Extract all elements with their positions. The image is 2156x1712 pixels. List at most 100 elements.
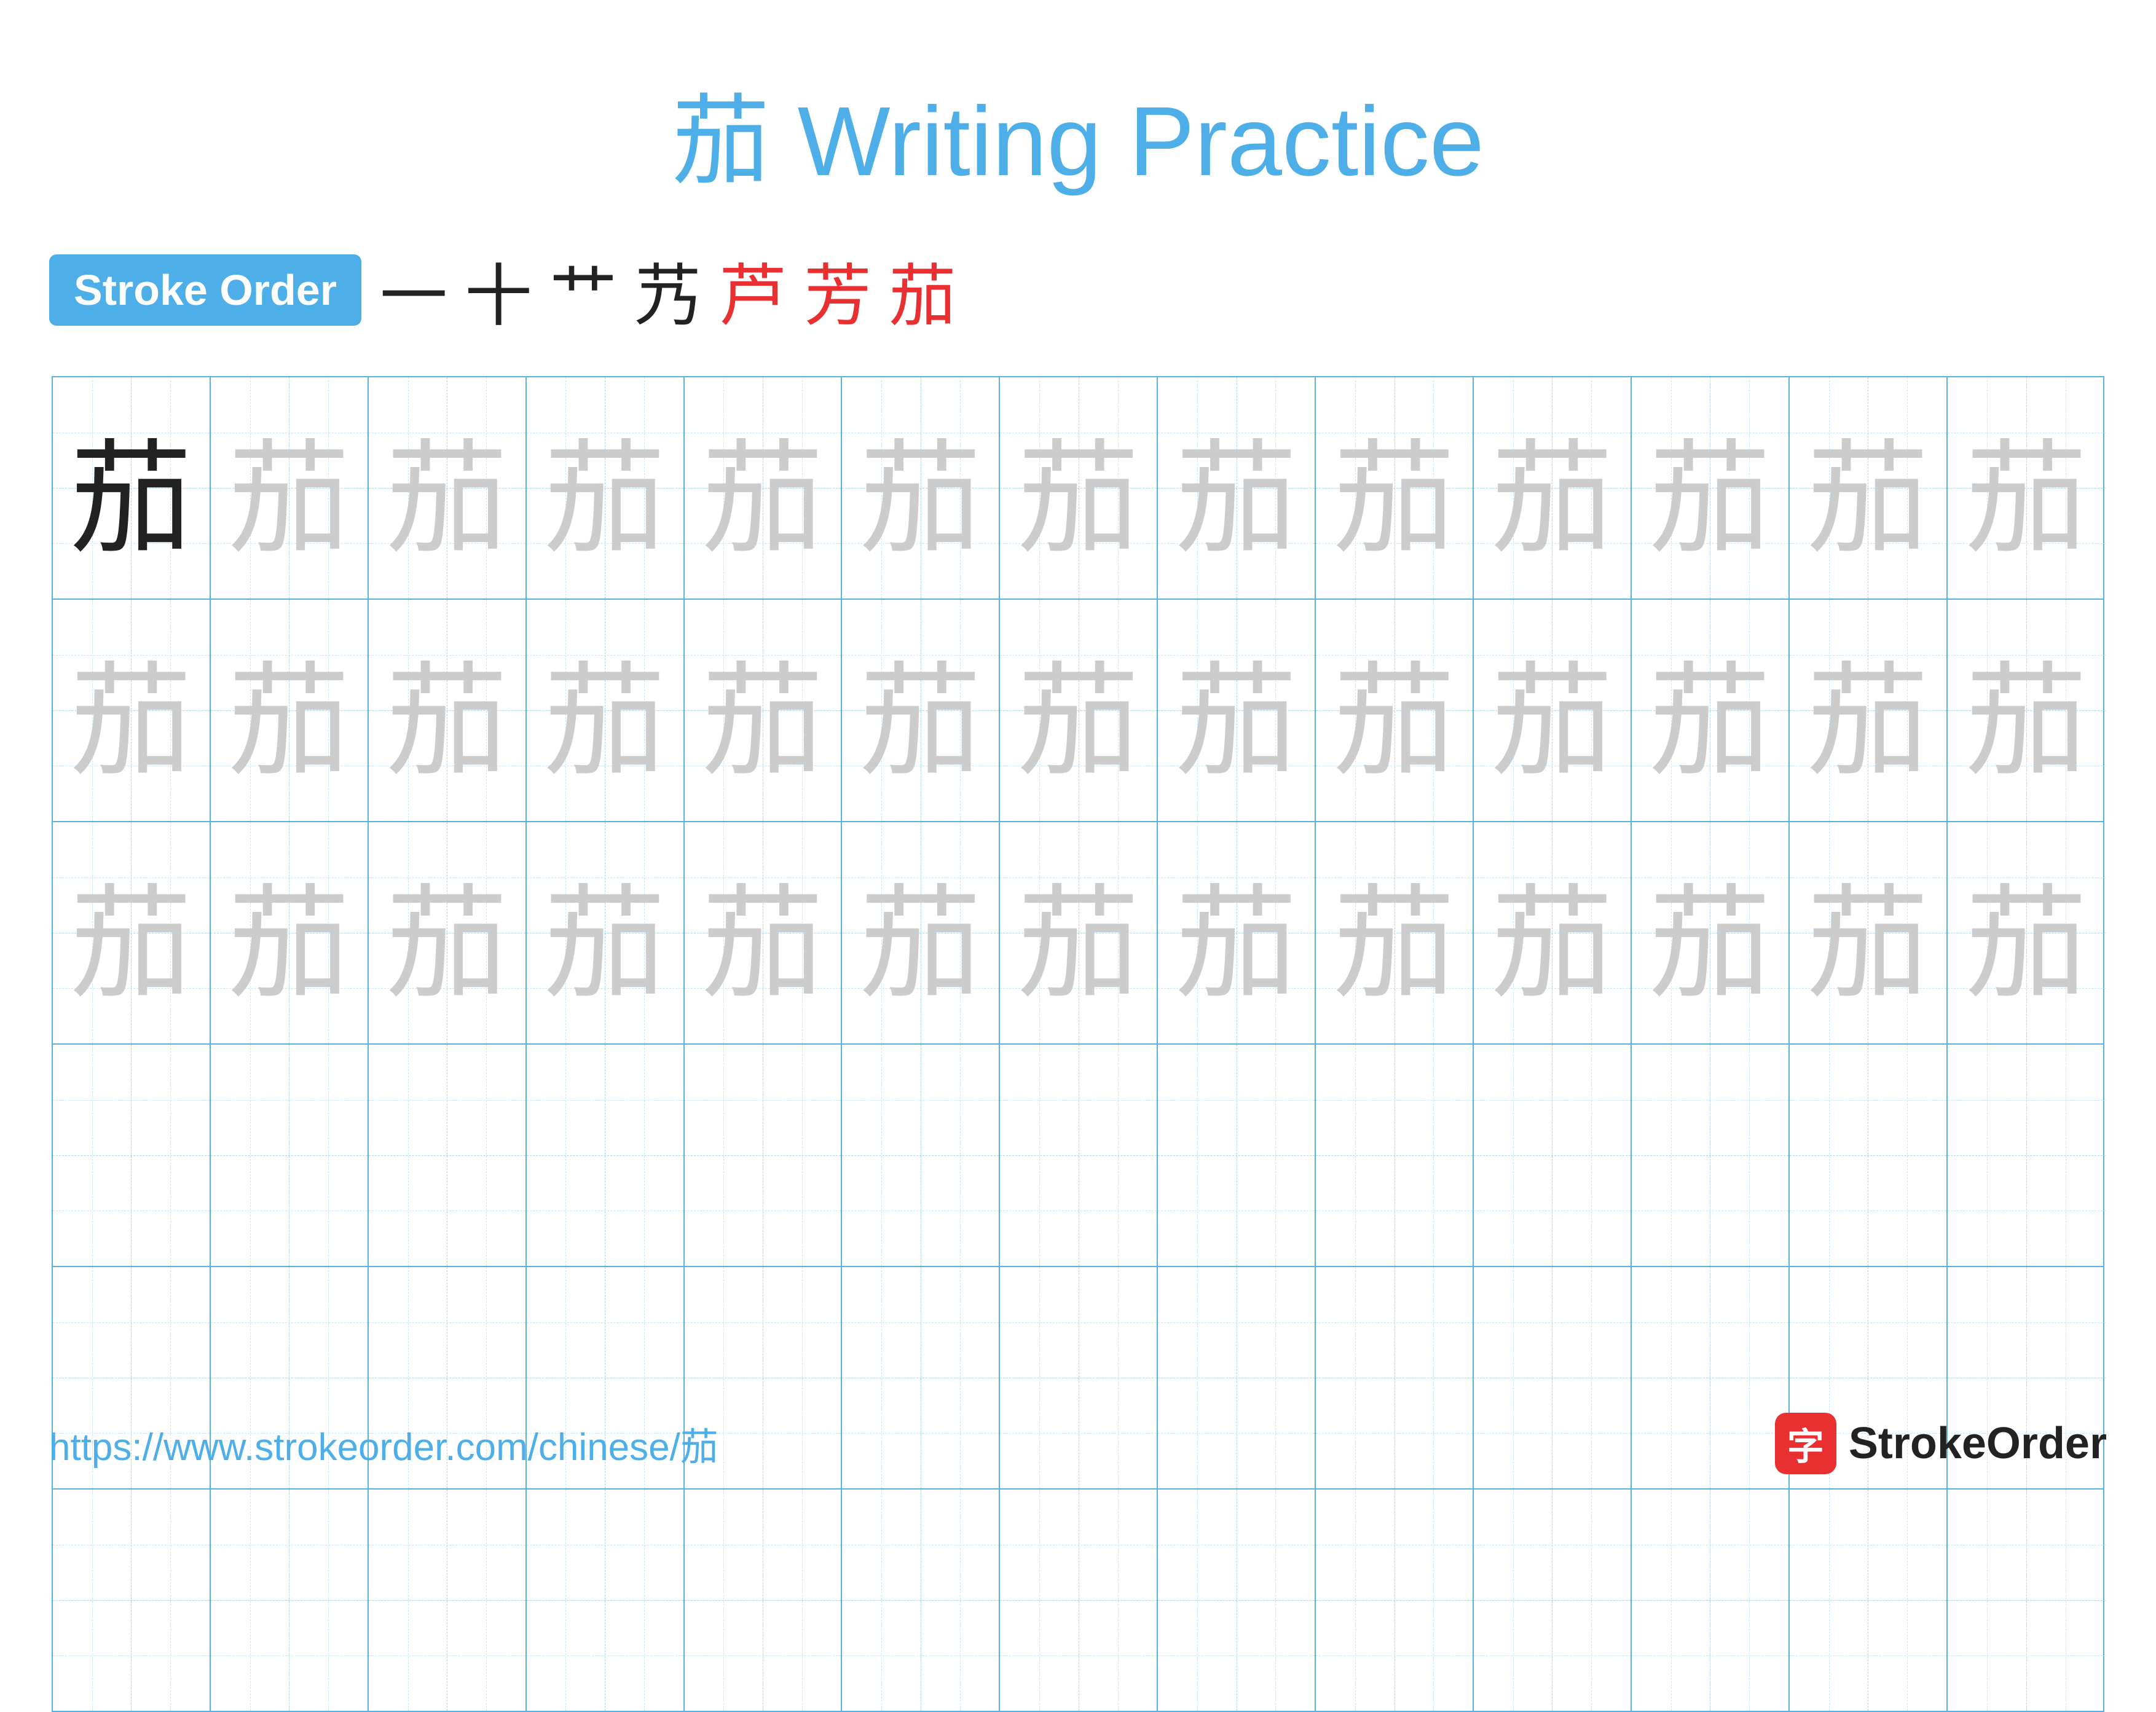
grid-cell[interactable] [1316, 1045, 1474, 1266]
grid-cell[interactable] [369, 1045, 527, 1266]
grid-cell[interactable]: 茄 [685, 822, 843, 1043]
grid-cell[interactable]: 茄 [527, 600, 685, 821]
grid-cell[interactable]: 茄 [1474, 600, 1632, 821]
grid-cell[interactable]: 茄 [1790, 600, 1948, 821]
char-light: 茄 [701, 621, 824, 799]
char-light: 茄 [1806, 621, 1929, 799]
grid-cell[interactable]: 茄 [1790, 377, 1948, 599]
grid-cell[interactable] [1632, 1490, 1790, 1711]
char-light: 茄 [701, 844, 824, 1022]
grid-cell[interactable]: 茄 [211, 377, 369, 599]
char-light: 茄 [1965, 399, 2088, 577]
grid-cell[interactable] [1948, 1490, 2106, 1711]
grid-cell[interactable]: 茄 [1316, 377, 1474, 599]
grid-cell[interactable]: 茄 [685, 377, 843, 599]
grid-cell[interactable]: 茄 [1632, 600, 1790, 821]
char-light: 茄 [1333, 399, 1456, 577]
grid-cell[interactable]: 茄 [1790, 822, 1948, 1043]
char-dark: 茄 [69, 399, 192, 577]
grid-row-1: 茄 茄 茄 茄 茄 茄 茄 茄 茄 茄 茄 茄 茄 [53, 377, 2103, 600]
grid-cell[interactable]: 茄 [211, 600, 369, 821]
char-light: 茄 [69, 844, 192, 1022]
grid-cell[interactable]: 茄 [527, 822, 685, 1043]
logo-icon: 字 [1775, 1413, 1836, 1474]
grid-cell[interactable] [685, 1490, 843, 1711]
grid-cell[interactable]: 茄 [1158, 600, 1316, 821]
stroke-3: 艹 [549, 241, 617, 339]
grid-cell[interactable]: 茄 [1000, 822, 1158, 1043]
char-light: 茄 [1333, 844, 1456, 1022]
stroke-7: 茄 [889, 241, 956, 339]
grid-cell[interactable]: 茄 [1632, 822, 1790, 1043]
grid-cell[interactable] [685, 1045, 843, 1266]
grid-cell[interactable] [527, 1045, 685, 1266]
grid-cell[interactable]: 茄 [1000, 600, 1158, 821]
page-title: 茄 Writing Practice [672, 61, 1484, 204]
grid-cell[interactable] [1158, 1490, 1316, 1711]
stroke-sequence: 一 十 艹 艿 芦 芳 茄 [380, 241, 956, 339]
grid-cell[interactable] [369, 1490, 527, 1711]
grid-cell[interactable]: 茄 [211, 822, 369, 1043]
grid-cell[interactable] [1000, 1045, 1158, 1266]
grid-cell[interactable] [842, 1045, 1000, 1266]
char-light: 茄 [385, 844, 508, 1022]
grid-row-6 [53, 1490, 2103, 1711]
grid-cell[interactable] [1790, 1490, 1948, 1711]
grid-cell[interactable]: 茄 [1000, 377, 1158, 599]
grid-cell[interactable] [211, 1490, 369, 1711]
grid-cell[interactable] [842, 1490, 1000, 1711]
grid-cell[interactable]: 茄 [53, 822, 211, 1043]
grid-cell[interactable]: 茄 [1948, 600, 2106, 821]
grid-cell[interactable]: 茄 [1316, 822, 1474, 1043]
char-light: 茄 [1017, 621, 1140, 799]
grid-cell[interactable]: 茄 [842, 377, 1000, 599]
grid-cell[interactable]: 茄 [369, 822, 527, 1043]
grid-cell[interactable] [527, 1490, 685, 1711]
grid-cell[interactable]: 茄 [53, 377, 211, 599]
grid-cell[interactable]: 茄 [1316, 600, 1474, 821]
grid-cell[interactable]: 茄 [685, 600, 843, 821]
grid-cell[interactable] [1632, 1045, 1790, 1266]
grid-cell[interactable]: 茄 [842, 822, 1000, 1043]
grid-cell[interactable]: 茄 [1158, 822, 1316, 1043]
char-light: 茄 [385, 399, 508, 577]
grid-cell[interactable] [1316, 1490, 1474, 1711]
grid-row-2: 茄 茄 茄 茄 茄 茄 茄 茄 茄 茄 茄 茄 茄 [53, 600, 2103, 822]
char-light: 茄 [1490, 844, 1613, 1022]
grid-cell[interactable] [1790, 1045, 1948, 1266]
practice-grid: 茄 茄 茄 茄 茄 茄 茄 茄 茄 茄 茄 茄 茄 茄 茄 茄 茄 茄 茄 茄 … [52, 376, 2104, 1712]
grid-cell[interactable]: 茄 [1948, 377, 2106, 599]
grid-cell[interactable]: 茄 [53, 600, 211, 821]
grid-cell[interactable] [211, 1045, 369, 1266]
grid-cell[interactable]: 茄 [842, 600, 1000, 821]
char-light: 茄 [859, 621, 982, 799]
footer-logo: 字 StrokeOrder [1775, 1413, 2107, 1474]
char-light: 茄 [1175, 844, 1298, 1022]
title-section: 茄 Writing Practice [672, 61, 1484, 204]
grid-cell[interactable] [1000, 1490, 1158, 1711]
grid-cell[interactable]: 茄 [1474, 822, 1632, 1043]
grid-cell[interactable] [53, 1490, 211, 1711]
stroke-1: 一 [380, 241, 447, 339]
grid-cell[interactable] [1948, 1045, 2106, 1266]
grid-cell[interactable]: 茄 [527, 377, 685, 599]
grid-cell[interactable]: 茄 [369, 600, 527, 821]
grid-cell[interactable] [1474, 1490, 1632, 1711]
footer-url[interactable]: https://www.strokeorder.com/chinese/茄 [49, 1416, 718, 1471]
char-light: 茄 [385, 621, 508, 799]
char-light: 茄 [1648, 844, 1771, 1022]
grid-cell[interactable]: 茄 [1474, 377, 1632, 599]
char-light: 茄 [543, 844, 666, 1022]
grid-cell[interactable]: 茄 [369, 377, 527, 599]
char-light: 茄 [227, 399, 350, 577]
char-light: 茄 [859, 844, 982, 1022]
grid-cell[interactable]: 茄 [1632, 377, 1790, 599]
grid-cell[interactable] [1158, 1045, 1316, 1266]
grid-cell[interactable]: 茄 [1158, 377, 1316, 599]
char-light: 茄 [227, 844, 350, 1022]
grid-cell[interactable] [1474, 1045, 1632, 1266]
stroke-order-section: Stroke Order 一 十 艹 艿 芦 芳 茄 [49, 241, 956, 339]
grid-cell[interactable] [53, 1045, 211, 1266]
grid-cell[interactable]: 茄 [1948, 822, 2106, 1043]
footer: https://www.strokeorder.com/chinese/茄 字 … [49, 1413, 2107, 1474]
